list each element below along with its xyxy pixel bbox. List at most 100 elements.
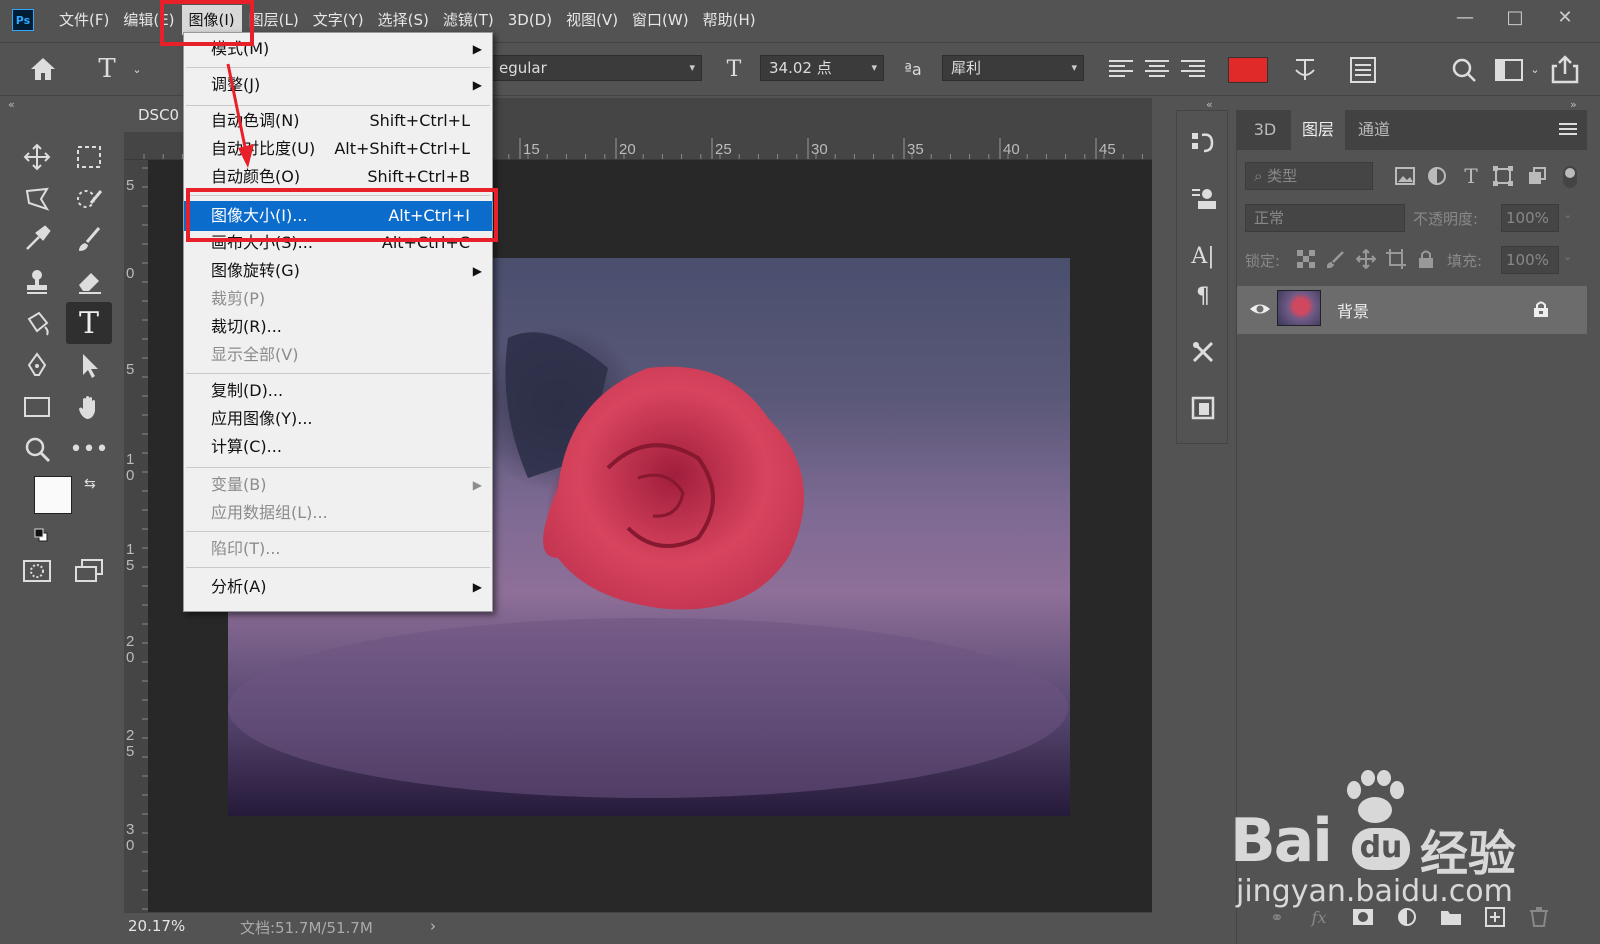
- properties-icon[interactable]: [1187, 181, 1219, 215]
- paragraph-icon[interactable]: ¶: [1187, 279, 1219, 313]
- menu-item-apply-image[interactable]: 应用图像(Y)...: [184, 405, 492, 433]
- document-tab[interactable]: DSC0: [124, 98, 184, 132]
- type-tool-active-icon[interactable]: T: [66, 302, 112, 344]
- libraries-icon[interactable]: [1187, 391, 1219, 425]
- filter-smart-object-icon[interactable]: [1525, 164, 1549, 188]
- pen-tool-icon[interactable]: [18, 348, 56, 382]
- lock-pixels-icon[interactable]: [1325, 248, 1347, 270]
- history-icon[interactable]: [1187, 125, 1219, 159]
- chevron-down-icon[interactable]: ⌄: [130, 57, 144, 81]
- menu-item-variables[interactable]: 变量(B) ▶: [184, 471, 492, 499]
- lock-position-icon[interactable]: [1355, 248, 1377, 270]
- menu-3d[interactable]: 3D(D): [501, 5, 559, 35]
- maximize-button[interactable]: □: [1500, 4, 1530, 30]
- text-color-swatch[interactable]: [1228, 57, 1268, 83]
- ruler-label: 2: [126, 633, 134, 650]
- antialias-select[interactable]: 犀利 ▾: [942, 55, 1084, 81]
- align-right-icon[interactable]: [1178, 55, 1208, 85]
- menu-select[interactable]: 选择(S): [371, 5, 436, 35]
- character-panel-icon[interactable]: [1346, 53, 1380, 87]
- fill-field[interactable]: 100%: [1501, 246, 1559, 274]
- tab-3d[interactable]: 3D: [1243, 110, 1287, 150]
- lock-artboard-icon[interactable]: [1385, 248, 1407, 270]
- eraser-tool-icon[interactable]: [70, 264, 108, 298]
- layer-row-background[interactable]: 背景: [1237, 286, 1587, 334]
- minimize-button[interactable]: —: [1450, 4, 1480, 30]
- brush-tool-icon[interactable]: [70, 222, 108, 256]
- quick-mask-icon[interactable]: [18, 554, 56, 588]
- marquee-tool-icon[interactable]: [70, 140, 108, 174]
- lock-all-icon[interactable]: [1415, 248, 1437, 270]
- menu-item-reveal-all[interactable]: 显示全部(V): [184, 341, 492, 369]
- swap-colors-icon[interactable]: ⇆: [84, 476, 96, 492]
- eye-icon[interactable]: [1249, 300, 1271, 318]
- menu-window[interactable]: 窗口(W): [625, 5, 696, 35]
- menu-view[interactable]: 视图(V): [559, 5, 625, 35]
- tool-presets-icon[interactable]: [1187, 335, 1219, 369]
- menu-item-trim[interactable]: 裁切(R)...: [184, 313, 492, 341]
- hand-tool-icon[interactable]: [70, 390, 108, 424]
- share-icon[interactable]: [1548, 51, 1582, 87]
- blend-mode-select[interactable]: 正常: [1245, 204, 1405, 232]
- panel-menu-icon[interactable]: [1559, 122, 1577, 136]
- ruler-label: 40: [1003, 141, 1020, 158]
- layer-name[interactable]: 背景: [1337, 298, 1369, 322]
- warp-text-icon[interactable]: [1290, 53, 1320, 87]
- menu-item-apply-dataset[interactable]: 应用数据组(L)...: [184, 499, 492, 527]
- collapse-toolbar-icon[interactable]: «: [8, 98, 26, 111]
- ruler-label: 0: [126, 837, 134, 854]
- stamp-tool-icon[interactable]: [18, 264, 56, 298]
- layer-filter-select[interactable]: ⌕ 类型: [1245, 162, 1373, 190]
- eyedropper-tool-icon[interactable]: [18, 222, 56, 256]
- path-selection-tool-icon[interactable]: [70, 348, 108, 382]
- tab-layers[interactable]: 图层: [1291, 110, 1345, 150]
- lasso-tool-icon[interactable]: [18, 182, 56, 216]
- filter-adjustment-icon[interactable]: [1425, 164, 1449, 188]
- type-tool-icon[interactable]: T: [92, 53, 122, 85]
- tab-channels[interactable]: 通道: [1347, 110, 1401, 150]
- lock-transparent-icon[interactable]: [1295, 248, 1317, 270]
- chevron-right-icon[interactable]: ›: [430, 917, 436, 935]
- document-info[interactable]: 文档:51.7M/51.7M: [240, 917, 373, 938]
- menu-item-calculations[interactable]: 计算(C)...: [184, 433, 492, 461]
- workspace-icon[interactable]: [1492, 53, 1526, 87]
- align-left-icon[interactable]: [1106, 55, 1136, 85]
- menu-item-duplicate[interactable]: 复制(D)...: [184, 377, 492, 405]
- default-colors-icon[interactable]: [34, 528, 48, 542]
- menu-item-crop[interactable]: 裁剪(P): [184, 285, 492, 313]
- filter-shape-icon[interactable]: [1491, 164, 1515, 188]
- watermark-url: jingyan.baidu.com: [1236, 874, 1513, 909]
- character-icon[interactable]: A|: [1187, 239, 1219, 273]
- quick-selection-tool-icon[interactable]: [70, 182, 108, 216]
- font-size-field[interactable]: 34.02 点 ▾: [760, 55, 884, 81]
- menu-filter[interactable]: 滤镜(T): [436, 5, 501, 35]
- search-icon[interactable]: [1448, 53, 1480, 87]
- align-center-icon[interactable]: [1142, 55, 1172, 85]
- move-tool-icon[interactable]: [18, 140, 56, 174]
- chevron-down-icon: ▾: [689, 61, 695, 74]
- gradient-tool-icon[interactable]: [18, 306, 56, 340]
- screen-mode-icon[interactable]: [70, 554, 108, 588]
- filter-type-icon[interactable]: T: [1459, 164, 1483, 188]
- zoom-tool-icon[interactable]: [18, 432, 56, 466]
- font-style-select[interactable]: egular ▾: [490, 55, 702, 81]
- menu-item-image-rotation[interactable]: 图像旋转(G) ▶: [184, 257, 492, 285]
- home-icon[interactable]: [26, 53, 60, 85]
- filter-toggle[interactable]: [1563, 166, 1577, 188]
- chevron-down-icon[interactable]: ⌄: [1528, 59, 1542, 79]
- menu-help[interactable]: 帮助(H): [696, 5, 763, 35]
- filter-pixel-icon[interactable]: [1393, 164, 1417, 188]
- rectangle-tool-icon[interactable]: [18, 390, 56, 424]
- menu-item-trap[interactable]: 陷印(T)...: [184, 535, 492, 563]
- chevron-down-icon[interactable]: ⌄: [1563, 208, 1572, 221]
- close-button[interactable]: ✕: [1550, 4, 1580, 30]
- chevron-down-icon[interactable]: ⌄: [1563, 250, 1572, 263]
- fill-label: 填充:: [1447, 252, 1483, 270]
- menu-type[interactable]: 文字(Y): [306, 5, 371, 35]
- menu-item-analysis[interactable]: 分析(A) ▶: [184, 573, 492, 601]
- menu-file[interactable]: 文件(F): [52, 5, 116, 35]
- more-tools-icon[interactable]: •••: [70, 432, 109, 466]
- opacity-field[interactable]: 100%: [1501, 204, 1559, 232]
- zoom-level[interactable]: 20.17%: [128, 917, 185, 935]
- foreground-color-swatch[interactable]: [34, 476, 72, 514]
